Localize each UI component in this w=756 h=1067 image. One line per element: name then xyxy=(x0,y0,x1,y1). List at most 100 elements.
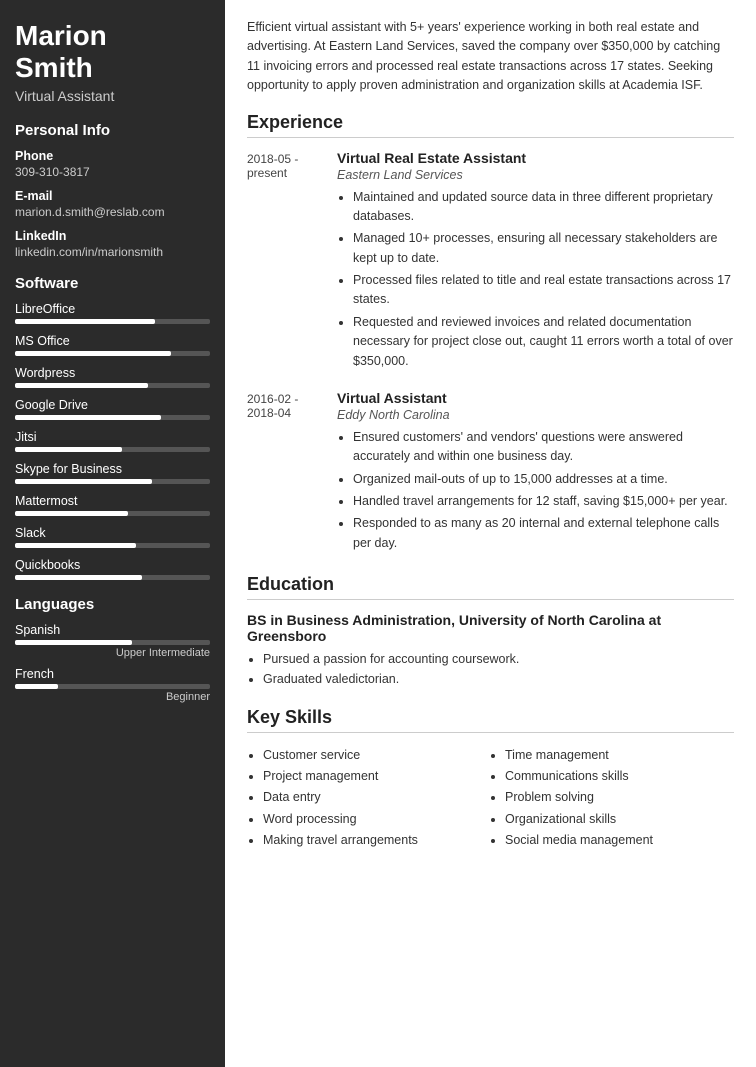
skill-bar-bg xyxy=(15,383,210,388)
skill-name: Quickbooks xyxy=(15,558,210,572)
software-skill-item: MS Office xyxy=(15,334,210,356)
software-skill-item: Jitsi xyxy=(15,430,210,452)
main-content: Efficient virtual assistant with 5+ year… xyxy=(225,0,756,1067)
software-skill-item: Quickbooks xyxy=(15,558,210,580)
skill-name: Slack xyxy=(15,526,210,540)
job-title: Virtual Assistant xyxy=(337,390,734,406)
edu-bullet: Graduated valedictorian. xyxy=(263,670,734,689)
experience-entry: 2018-05 -present Virtual Real Estate Ass… xyxy=(247,150,734,374)
exp-bullet: Maintained and updated source data in th… xyxy=(353,188,734,227)
lang-name: French xyxy=(15,667,210,681)
candidate-title: Virtual Assistant xyxy=(15,88,210,104)
company-name: Eastern Land Services xyxy=(337,168,734,182)
skill-bar-bg xyxy=(15,575,210,580)
exp-bullet: Handled travel arrangements for 12 staff… xyxy=(353,492,734,511)
exp-date: 2018-05 -present xyxy=(247,150,337,374)
lang-level: Beginner xyxy=(15,691,210,703)
software-skill-item: Skype for Business xyxy=(15,462,210,484)
software-heading: Software xyxy=(15,275,210,292)
skill-name: Skype for Business xyxy=(15,462,210,476)
languages-list: Spanish Upper Intermediate French Beginn… xyxy=(15,623,210,703)
job-title: Virtual Real Estate Assistant xyxy=(337,150,734,166)
lang-level: Upper Intermediate xyxy=(15,647,210,659)
education-list: BS in Business Administration, Universit… xyxy=(247,612,734,689)
skills-title: Key Skills xyxy=(247,707,734,733)
languages-heading: Languages xyxy=(15,596,210,613)
skill-item: Project management xyxy=(263,766,492,787)
phone-value: 309-310-3817 xyxy=(15,165,210,179)
edu-degree: BS in Business Administration, Universit… xyxy=(247,612,734,644)
linkedin-label: LinkedIn xyxy=(15,229,210,243)
experience-entry: 2016-02 -2018-04 Virtual Assistant Eddy … xyxy=(247,390,734,556)
software-skill-item: LibreOffice xyxy=(15,302,210,324)
personal-info-heading: Personal Info xyxy=(15,122,210,139)
last-name: Smith xyxy=(15,52,93,83)
skill-name: LibreOffice xyxy=(15,302,210,316)
software-skill-item: Slack xyxy=(15,526,210,548)
skill-item: Communications skills xyxy=(505,766,734,787)
skill-bar-fill xyxy=(15,511,128,516)
skill-bar-fill xyxy=(15,447,122,452)
candidate-name: Marion Smith xyxy=(15,20,210,84)
edu-bullets: Pursued a passion for accounting coursew… xyxy=(247,650,734,689)
exp-date: 2016-02 -2018-04 xyxy=(247,390,337,556)
skill-name: Mattermost xyxy=(15,494,210,508)
exp-bullet: Processed files related to title and rea… xyxy=(353,271,734,310)
skill-bar-fill xyxy=(15,319,155,324)
lang-bar-fill xyxy=(15,640,132,645)
sidebar: Marion Smith Virtual Assistant Personal … xyxy=(0,0,225,1067)
experience-title: Experience xyxy=(247,112,734,138)
exp-body: Virtual Assistant Eddy North Carolina En… xyxy=(337,390,734,556)
skill-name: Jitsi xyxy=(15,430,210,444)
skill-bar-bg xyxy=(15,415,210,420)
skill-bar-bg xyxy=(15,543,210,548)
software-skill-item: Google Drive xyxy=(15,398,210,420)
skill-name: MS Office xyxy=(15,334,210,348)
edu-bullet: Pursued a passion for accounting coursew… xyxy=(263,650,734,669)
exp-bullet: Ensured customers' and vendors' question… xyxy=(353,428,734,467)
skill-bar-bg xyxy=(15,479,210,484)
summary-text: Efficient virtual assistant with 5+ year… xyxy=(247,18,734,96)
skill-bar-fill xyxy=(15,351,171,356)
education-section: Education BS in Business Administration,… xyxy=(247,574,734,689)
skill-item: Social media management xyxy=(505,830,734,851)
skill-bar-fill xyxy=(15,479,152,484)
skill-bar-bg xyxy=(15,511,210,516)
education-title: Education xyxy=(247,574,734,600)
skill-bar-fill xyxy=(15,575,142,580)
skill-name: Google Drive xyxy=(15,398,210,412)
education-entry: BS in Business Administration, Universit… xyxy=(247,612,734,689)
skill-name: Wordpress xyxy=(15,366,210,380)
skill-bar-fill xyxy=(15,383,148,388)
exp-bullet: Requested and reviewed invoices and rela… xyxy=(353,313,734,371)
exp-bullet: Responded to as many as 20 internal and … xyxy=(353,514,734,553)
skill-item: Organizational skills xyxy=(505,809,734,830)
exp-bullets: Maintained and updated source data in th… xyxy=(337,188,734,371)
skills-section: Key Skills Customer serviceProject manag… xyxy=(247,707,734,851)
skill-item: Problem solving xyxy=(505,787,734,808)
lang-bar-fill xyxy=(15,684,58,689)
email-value: marion.d.smith@reslab.com xyxy=(15,205,210,219)
software-skill-item: Mattermost xyxy=(15,494,210,516)
experience-list: 2018-05 -present Virtual Real Estate Ass… xyxy=(247,150,734,557)
email-label: E-mail xyxy=(15,189,210,203)
lang-bar-bg xyxy=(15,640,210,645)
lang-name: Spanish xyxy=(15,623,210,637)
skill-item: Data entry xyxy=(263,787,492,808)
skill-bar-fill xyxy=(15,543,136,548)
software-skill-item: Wordpress xyxy=(15,366,210,388)
lang-bar-bg xyxy=(15,684,210,689)
experience-section: Experience 2018-05 -present Virtual Real… xyxy=(247,112,734,557)
first-name: Marion xyxy=(15,20,107,51)
language-item: Spanish Upper Intermediate xyxy=(15,623,210,659)
skill-bar-fill xyxy=(15,415,161,420)
company-name: Eddy North Carolina xyxy=(337,408,734,422)
skill-bar-bg xyxy=(15,447,210,452)
skills-list: Customer serviceProject managementData e… xyxy=(247,745,734,851)
skill-bar-bg xyxy=(15,351,210,356)
linkedin-value: linkedin.com/in/marionsmith xyxy=(15,245,210,259)
phone-label: Phone xyxy=(15,149,210,163)
exp-bullet: Organized mail-outs of up to 15,000 addr… xyxy=(353,470,734,489)
software-skills-list: LibreOffice MS Office Wordpress Google D… xyxy=(15,302,210,580)
skill-item: Time management xyxy=(505,745,734,766)
